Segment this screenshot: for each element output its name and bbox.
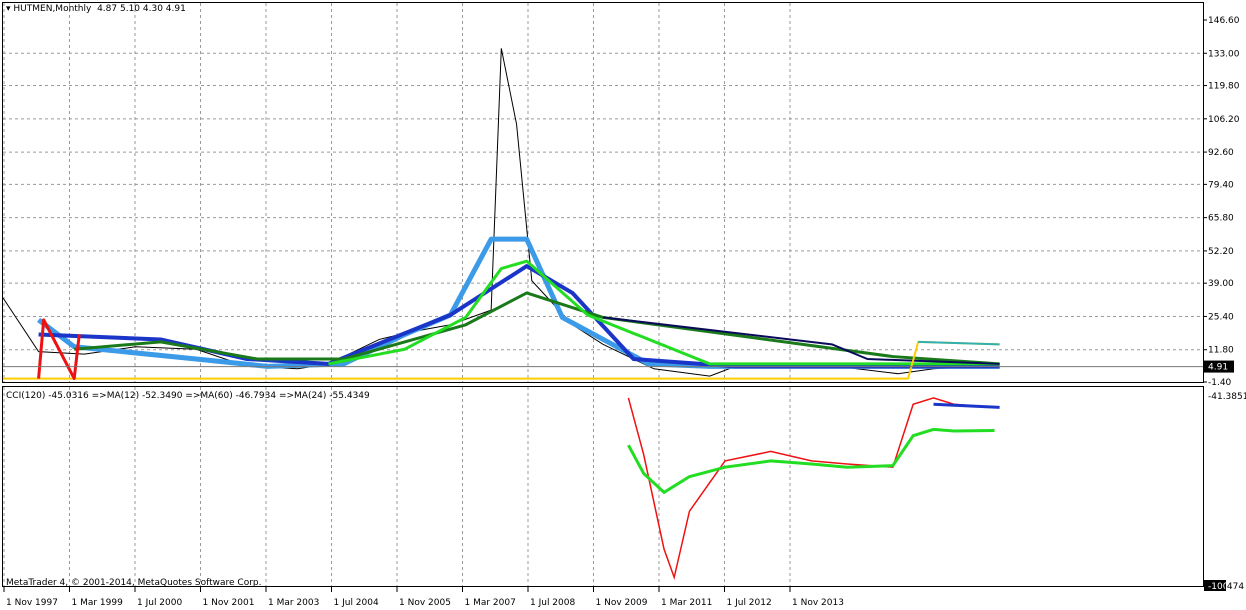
teal-line	[918, 340, 1000, 346]
cci-series-layer	[627, 397, 1000, 581]
price-tick-label: 146.60	[1208, 16, 1240, 26]
symbol-label: HUTMEN,Monthly	[13, 4, 92, 14]
price-series-layer	[2, 48, 1203, 381]
time-tick-label: 1 Mar 2011	[661, 598, 712, 608]
price-tick-label: 11.80	[1208, 346, 1234, 356]
time-tick-label: 1 Mar 1999	[72, 598, 124, 608]
chart-header: ▾ HUTMEN,Monthly 4.87 5.10 4.30 4.91	[6, 4, 186, 14]
current-price-label: 4.91	[1208, 363, 1228, 373]
close-price-line	[2, 48, 1000, 377]
ma-green-light-line	[328, 259, 1000, 366]
cci-ma2-line	[933, 402, 1000, 409]
time-tick-label: 1 Jul 2012	[727, 598, 772, 608]
ma-slow-line	[602, 316, 1000, 365]
price-tick-label: 106.20	[1208, 115, 1240, 125]
time-tick-label: 1 Nov 2005	[399, 598, 451, 608]
price-tick-label: 133.00	[1208, 49, 1240, 59]
cci-line	[627, 397, 995, 581]
time-tick-label: 1 Nov 2001	[203, 598, 255, 608]
time-tick-label: 1 Jul 2000	[137, 598, 182, 608]
time-tick-label: 1 Nov 1997	[6, 598, 58, 608]
time-tick-label: 1 Jul 2004	[334, 598, 379, 608]
cci-top-label: -41.3851	[1208, 392, 1246, 402]
price-tick-label: 119.80	[1208, 82, 1240, 92]
price-tick-label: 52.20	[1208, 247, 1234, 257]
time-tick-label: 1 Jul 2008	[530, 598, 575, 608]
chevron-down-icon[interactable]: ▾	[6, 4, 11, 14]
cci-bottom-value: .474	[1224, 582, 1244, 592]
price-tick-label: 25.40	[1208, 312, 1234, 322]
price-tick-label: 39.00	[1208, 279, 1234, 289]
ohlc-label: 4.87 5.10 4.30 4.91	[97, 4, 186, 14]
axis-labels: 146.60 133.00 119.80 106.20 92.60 79.40 65.80 5…	[3, 16, 1246, 608]
price-tick-label: 92.60	[1208, 148, 1234, 158]
price-tick-label: 79.40	[1208, 180, 1234, 190]
red-spike-line	[37, 318, 81, 381]
chart-canvas: 146.60 133.00 119.80 106.20 92.60 79.40 65.80 5…	[2, 2, 1246, 608]
time-tick-label: 1 Nov 2013	[792, 598, 844, 608]
price-tick-label: -1.40	[1208, 378, 1232, 388]
time-tick-label: 1 Mar 2003	[268, 598, 319, 608]
time-tick-label: 1 Mar 2007	[465, 598, 516, 608]
indicator-legend: CCI(120) -45.0316 =>MA(12) -52.3490 =>MA…	[6, 391, 370, 401]
time-tick-label: 1 Nov 2009	[596, 598, 648, 608]
grid-lines	[3, 3, 1203, 586]
copyright-text: MetaTrader 4, © 2001-2014, MetaQuotes So…	[6, 578, 262, 588]
indicator-frame	[2, 386, 1204, 587]
price-tick-label: 65.80	[1208, 214, 1234, 224]
